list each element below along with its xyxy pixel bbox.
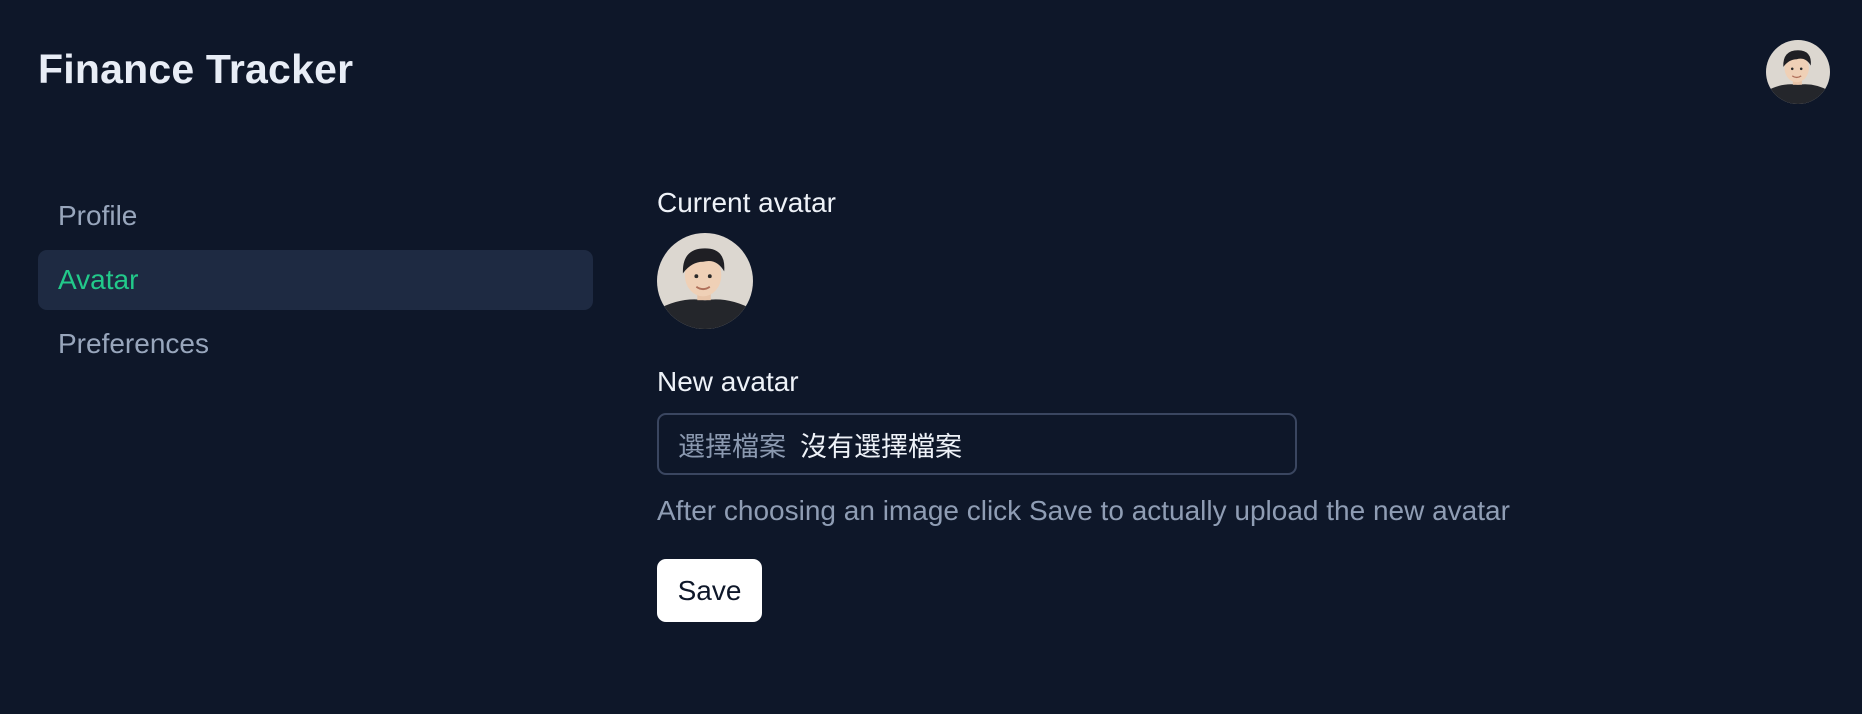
- current-avatar-label: Current avatar: [657, 187, 836, 218]
- sidebar-item-label: Profile: [58, 200, 138, 231]
- user-avatar-button[interactable]: [1766, 40, 1830, 104]
- avatar-settings-panel: Current avatar New avatar 選擇檔案 沒有選擇檔案 Af…: [657, 184, 1807, 622]
- sidebar-item-preferences[interactable]: Preferences: [38, 314, 593, 374]
- app-title: Finance Tracker: [38, 46, 354, 92]
- sidebar-item-label: Preferences: [58, 328, 209, 359]
- sidebar-item-profile[interactable]: Profile: [38, 186, 593, 246]
- settings-page: Finance Tracker Profile Avatar Preferenc…: [0, 0, 1862, 714]
- choose-file-button[interactable]: 選擇檔案: [678, 425, 786, 464]
- save-button[interactable]: Save: [657, 559, 762, 622]
- sidebar-item-avatar[interactable]: Avatar: [38, 250, 593, 310]
- settings-sidebar: Profile Avatar Preferences: [38, 186, 593, 378]
- sidebar-item-label: Avatar: [58, 264, 139, 295]
- file-status-text: 沒有選擇檔案: [800, 431, 962, 462]
- current-avatar-image: [657, 233, 753, 329]
- new-avatar-label: New avatar: [657, 366, 799, 397]
- avatar-photo-icon: [657, 233, 753, 329]
- upload-help-text: After choosing an image click Save to ac…: [657, 495, 1510, 526]
- avatar-file-input[interactable]: 選擇檔案 沒有選擇檔案: [657, 413, 1297, 475]
- avatar-photo-icon: [1766, 40, 1830, 104]
